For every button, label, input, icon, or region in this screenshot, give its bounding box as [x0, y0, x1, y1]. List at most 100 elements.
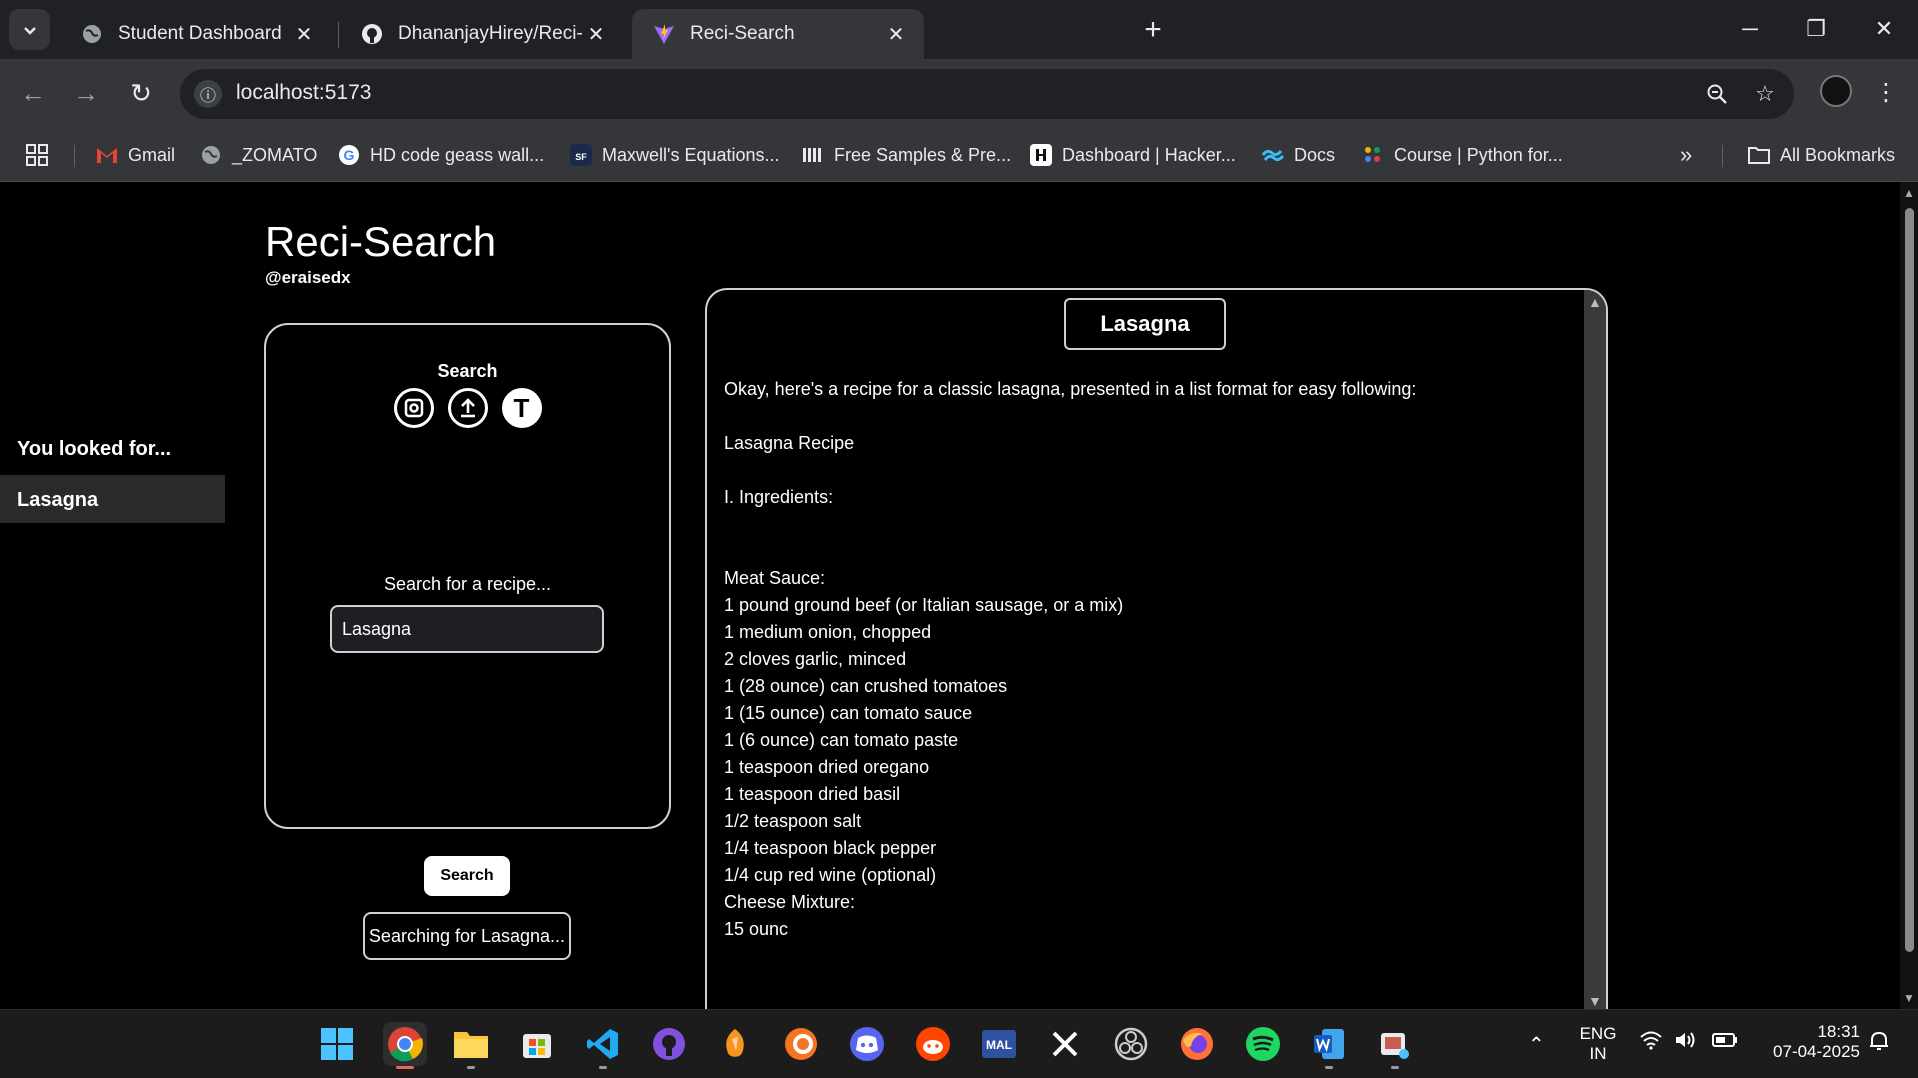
page-viewport: Reci-Search @eraisedx You looked for... … — [0, 182, 1918, 1009]
close-icon[interactable]: ✕ — [290, 20, 318, 48]
zoom-icon[interactable] — [1702, 79, 1732, 109]
page-scrollbar[interactable]: ▲ ▼ — [1900, 182, 1918, 1009]
site-info-icon[interactable]: ⓘ — [194, 80, 222, 108]
bookmark-docs[interactable]: Docs — [1262, 139, 1335, 171]
recipe-line: I. Ingredients: — [724, 487, 834, 507]
bookmark-zomato[interactable]: _ZOMATO — [200, 139, 317, 171]
scroll-down-icon[interactable]: ▼ — [1903, 991, 1915, 1005]
recipe-line: 1 teaspoon dried oregano — [724, 757, 930, 777]
bookmark-hackerrank[interactable]: Dashboard | Hacker... — [1030, 139, 1236, 171]
recipe-line: 1 (28 ounce) can crushed tomatoes — [724, 676, 1008, 696]
windows-start-icon[interactable] — [315, 1022, 359, 1066]
github-icon — [360, 22, 384, 46]
close-icon[interactable]: ✕ — [882, 20, 910, 48]
bookmark-separator — [74, 145, 75, 167]
github-desktop-icon[interactable] — [647, 1022, 691, 1066]
chevron-down-icon — [23, 26, 36, 35]
tab-reci-search[interactable]: Reci-Search ✕ — [632, 9, 924, 59]
recipe-line: Okay, here's a recipe for a classic lasa… — [724, 379, 1417, 399]
all-bookmarks-button[interactable]: All Bookmarks — [1748, 139, 1895, 171]
bookmark-label: Dashboard | Hacker... — [1062, 144, 1236, 165]
recipe-line: 1 teaspoon dried basil — [724, 784, 901, 804]
snipping-tool-icon[interactable] — [1373, 1022, 1417, 1069]
notification-icon[interactable] — [1868, 1030, 1890, 1057]
camera-icon[interactable] — [393, 388, 434, 428]
apps-grid-icon[interactable] — [26, 139, 48, 171]
firefox-icon[interactable] — [1175, 1022, 1219, 1066]
tab-title: DhananjayHirey/Reci-Search: A — [398, 23, 582, 44]
bookmark-label: HD code geass wall... — [370, 144, 545, 165]
recipe-line: 1/4 cup red wine (optional) — [724, 865, 937, 885]
bookmark-label: Free Samples & Pre... — [834, 144, 1012, 165]
tab-github-reci-search[interactable]: DhananjayHirey/Reci-Search: A ✕ — [340, 9, 624, 59]
scroll-up-icon[interactable]: ▲ — [1588, 294, 1602, 310]
more-bookmarks-icon[interactable]: » — [1680, 139, 1692, 171]
bookmark-python-course[interactable]: Course | Python for... — [1362, 139, 1563, 171]
recipe-search-input[interactable] — [330, 605, 604, 653]
recipe-line: 1 (6 ounce) can tomato paste — [724, 730, 959, 750]
recipe-text: Okay, here's a recipe for a classic lasa… — [724, 376, 1564, 943]
app-handle: @eraisedx — [265, 268, 351, 287]
close-icon[interactable]: ✕ — [582, 20, 610, 48]
fl-studio-icon[interactable] — [713, 1022, 757, 1066]
forward-button[interactable]: → — [66, 73, 106, 113]
myanimelist-icon[interactable]: MAL — [977, 1022, 1021, 1066]
browser-tab-bar: Student Dashboard ✕ DhananjayHirey/Reci-… — [0, 0, 1918, 59]
show-hidden-icons[interactable]: ⌃ — [1528, 1032, 1545, 1057]
result-scrollbar[interactable]: ▲ ▼ — [1584, 290, 1606, 1009]
address-bar[interactable]: ⓘ localhost:5173 ☆ — [180, 69, 1794, 119]
spotify-icon[interactable] — [1241, 1022, 1285, 1066]
hackerrank-icon — [1030, 144, 1052, 166]
running-indicator — [1325, 1066, 1333, 1069]
crunchyroll-icon[interactable] — [779, 1022, 823, 1066]
bookmark-gmail[interactable]: Gmail — [96, 139, 175, 171]
browser-menu-icon[interactable]: ⋮ — [1874, 75, 1898, 109]
tab-search-button[interactable] — [9, 9, 50, 50]
search-button[interactable]: Search — [424, 856, 510, 896]
profile-avatar[interactable] — [1820, 75, 1852, 107]
volume-icon[interactable] — [1674, 1030, 1698, 1055]
file-explorer-icon[interactable] — [449, 1022, 493, 1069]
battery-icon[interactable] — [1712, 1032, 1738, 1053]
scroll-down-icon[interactable]: ▼ — [1588, 993, 1602, 1009]
text-icon[interactable]: T — [501, 388, 542, 428]
chrome-icon[interactable] — [383, 1022, 427, 1069]
new-tab-button[interactable]: + — [1136, 13, 1170, 47]
vscode-icon[interactable] — [581, 1022, 625, 1069]
bookmark-code-geass[interactable]: G HD code geass wall... — [338, 139, 544, 171]
word-icon[interactable] — [1307, 1022, 1351, 1069]
bookmark-star-icon[interactable]: ☆ — [1750, 79, 1780, 109]
x-icon[interactable] — [1043, 1022, 1087, 1066]
tab-student-dashboard[interactable]: Student Dashboard ✕ — [60, 9, 332, 59]
region-code: IN — [1589, 1044, 1607, 1063]
upload-icon[interactable] — [447, 388, 488, 428]
recipe-line: 1/4 teaspoon black pepper — [724, 838, 937, 858]
url-text[interactable]: localhost:5173 — [236, 81, 371, 105]
discord-icon[interactable] — [845, 1022, 889, 1066]
scrollbar-thumb[interactable] — [1905, 208, 1914, 952]
microsoft-store-icon[interactable] — [515, 1022, 559, 1066]
search-panel-title: Search — [437, 361, 498, 381]
reload-button[interactable]: ↻ — [121, 73, 161, 113]
history-item[interactable]: Lasagna — [0, 475, 225, 523]
minimize-button[interactable]: ─ — [1722, 8, 1778, 50]
bookmark-label: _ZOMATO — [232, 144, 318, 165]
back-button[interactable]: ← — [13, 73, 53, 113]
obs-icon[interactable] — [1109, 1022, 1153, 1066]
language-indicator[interactable]: ENG IN — [1578, 1024, 1618, 1064]
recipe-line: 15 ounc — [724, 919, 789, 939]
bookmark-maxwell[interactable]: SF Maxwell's Equations... — [570, 139, 780, 171]
restore-button[interactable]: ❐ — [1788, 8, 1844, 50]
close-window-button[interactable]: ✕ — [1856, 8, 1912, 50]
bookmark-label: Course | Python for... — [1394, 144, 1563, 165]
wifi-icon[interactable] — [1640, 1030, 1662, 1055]
recipe-line — [724, 511, 1564, 538]
clock[interactable]: 18:31 07-04-2025 — [1760, 1022, 1860, 1062]
bookmarks-bar: Gmail _ZOMATO G HD code geass wall... SF… — [0, 129, 1918, 182]
bookmark-free-samples[interactable]: Free Samples & Pre... — [802, 139, 1011, 171]
reddit-icon[interactable] — [911, 1022, 955, 1066]
reload-icon: ↻ — [130, 77, 152, 108]
google-icon: G — [338, 144, 360, 166]
scroll-up-icon[interactable]: ▲ — [1903, 186, 1915, 200]
search-mode-selector: T — [266, 388, 669, 428]
